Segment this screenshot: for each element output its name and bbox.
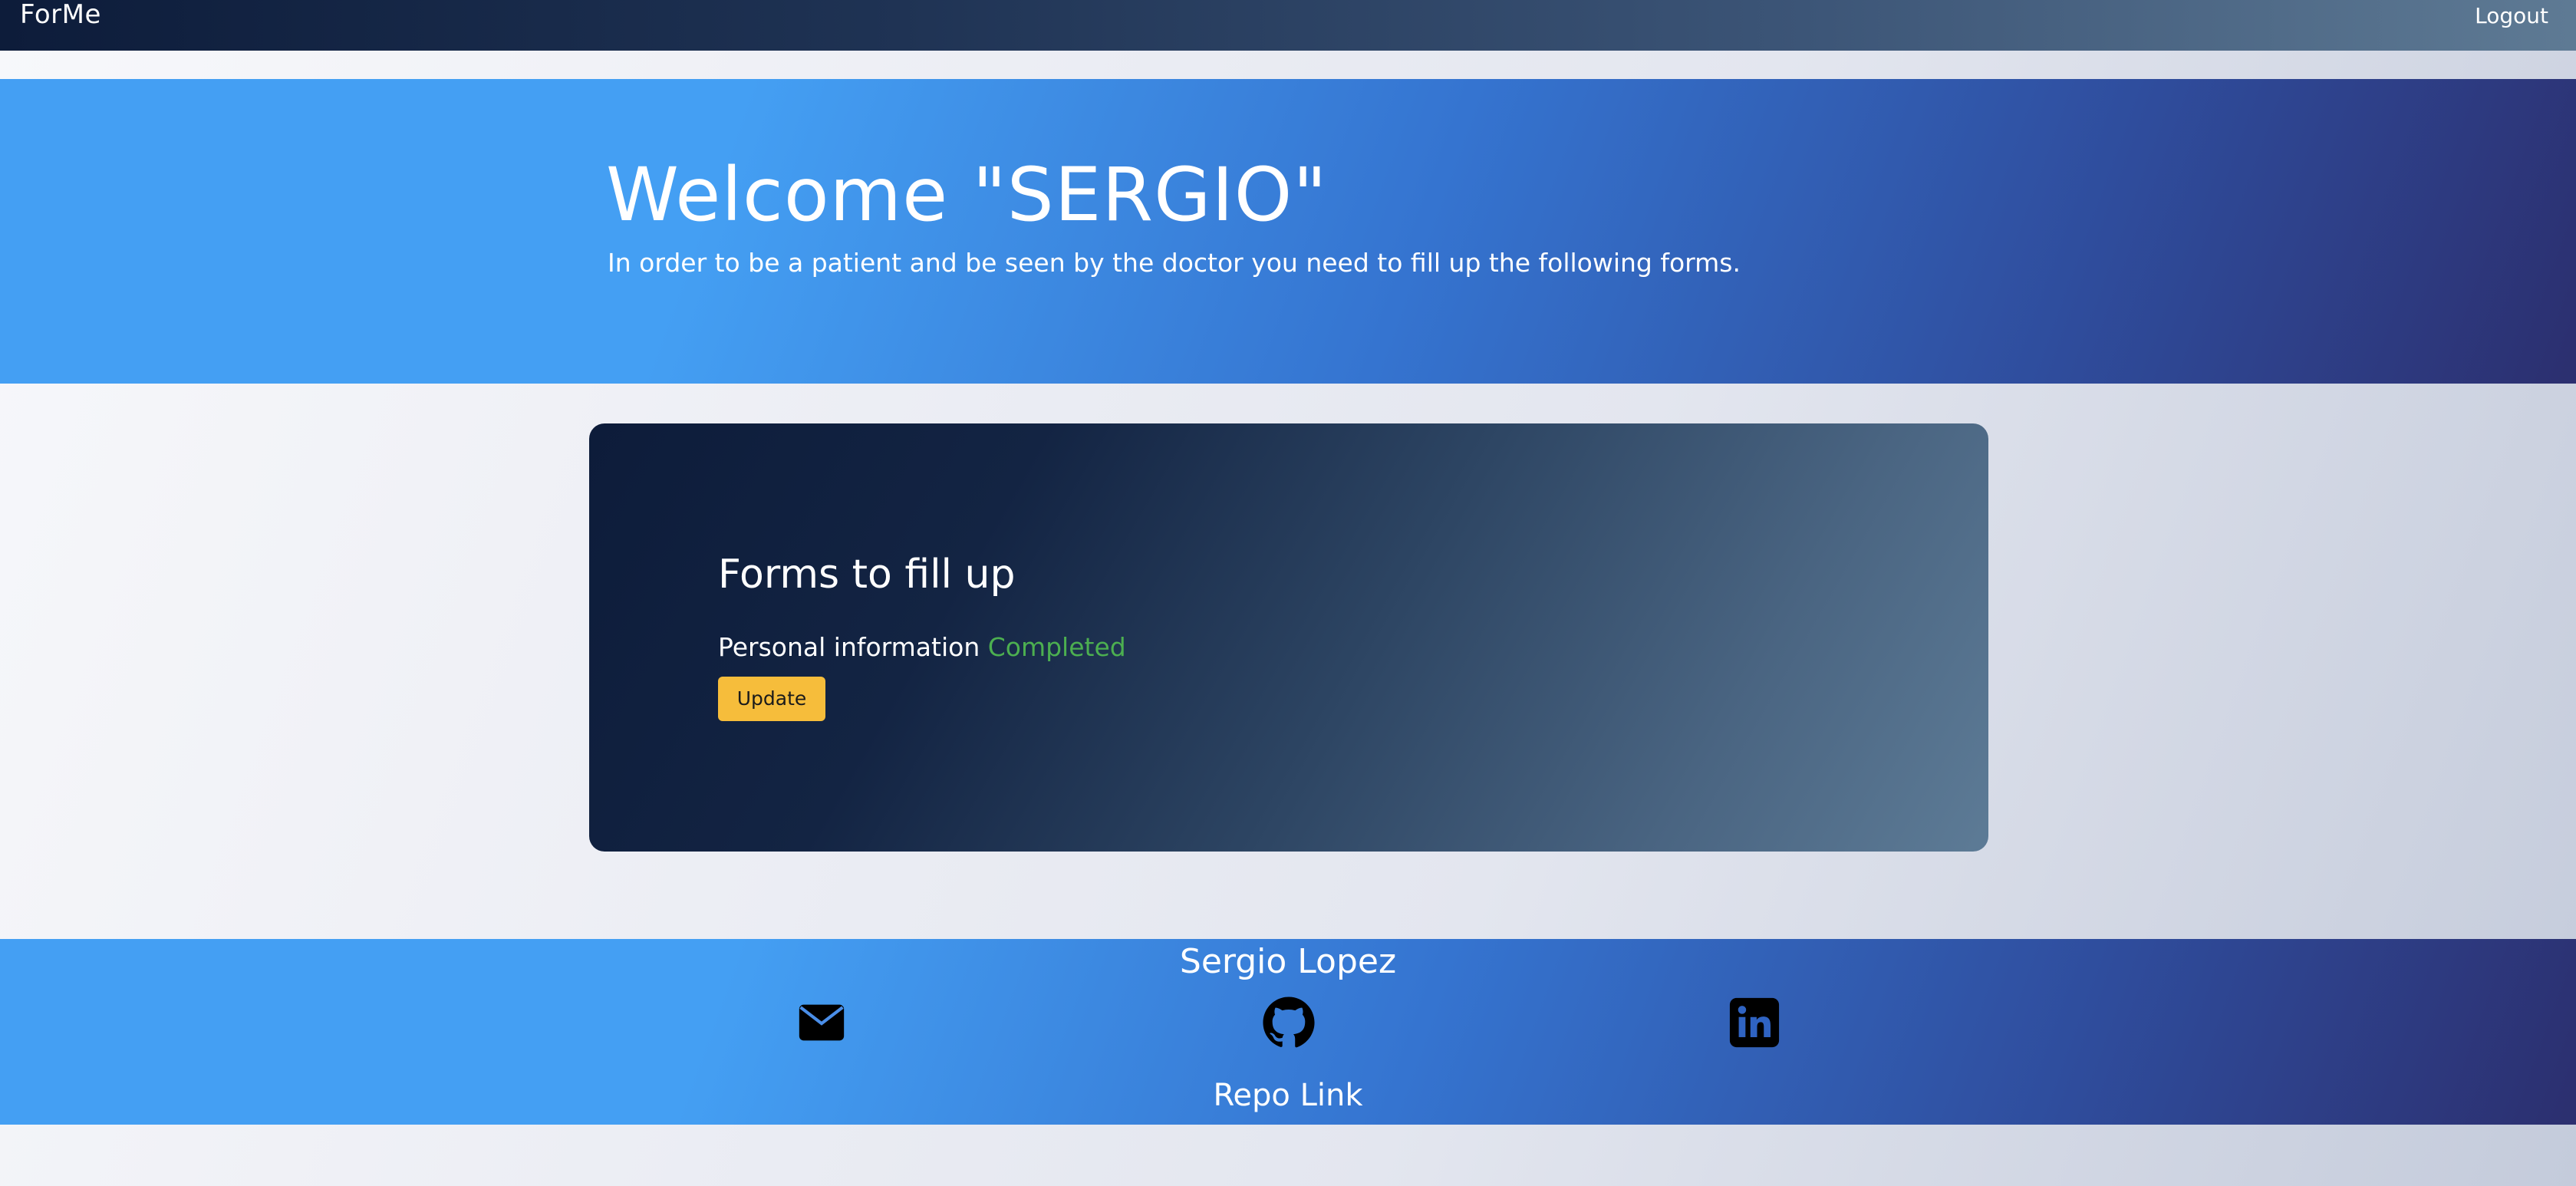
- form-item-label: Personal information: [718, 632, 980, 662]
- linkedin-icon[interactable]: [1728, 996, 1781, 1049]
- forms-card: Forms to fill up Personal information Co…: [589, 423, 1988, 852]
- repo-link[interactable]: Repo Link: [0, 1077, 2576, 1114]
- footer: Sergio Lopez Repo Link: [0, 939, 2576, 1125]
- form-item-personal-information: Personal information Completed: [718, 632, 1126, 663]
- github-icon[interactable]: [1262, 996, 1316, 1049]
- brand-logo[interactable]: ForMe: [20, 0, 101, 29]
- forms-card-title: Forms to fill up: [718, 552, 1016, 598]
- footer-author-name: Sergio Lopez: [1179, 942, 1397, 981]
- welcome-subtitle: In order to be a patient and be seen by …: [608, 248, 1741, 278]
- logout-link[interactable]: Logout: [2475, 2, 2548, 30]
- hero-banner: Welcome "SERGIO" In order to be a patien…: [0, 79, 2576, 384]
- mail-icon[interactable]: [795, 996, 848, 1049]
- welcome-title: Welcome "SERGIO": [606, 152, 1328, 238]
- navbar: ForMe Logout: [0, 0, 2576, 51]
- form-status-badge: Completed: [987, 632, 1126, 662]
- update-button[interactable]: Update: [718, 677, 825, 721]
